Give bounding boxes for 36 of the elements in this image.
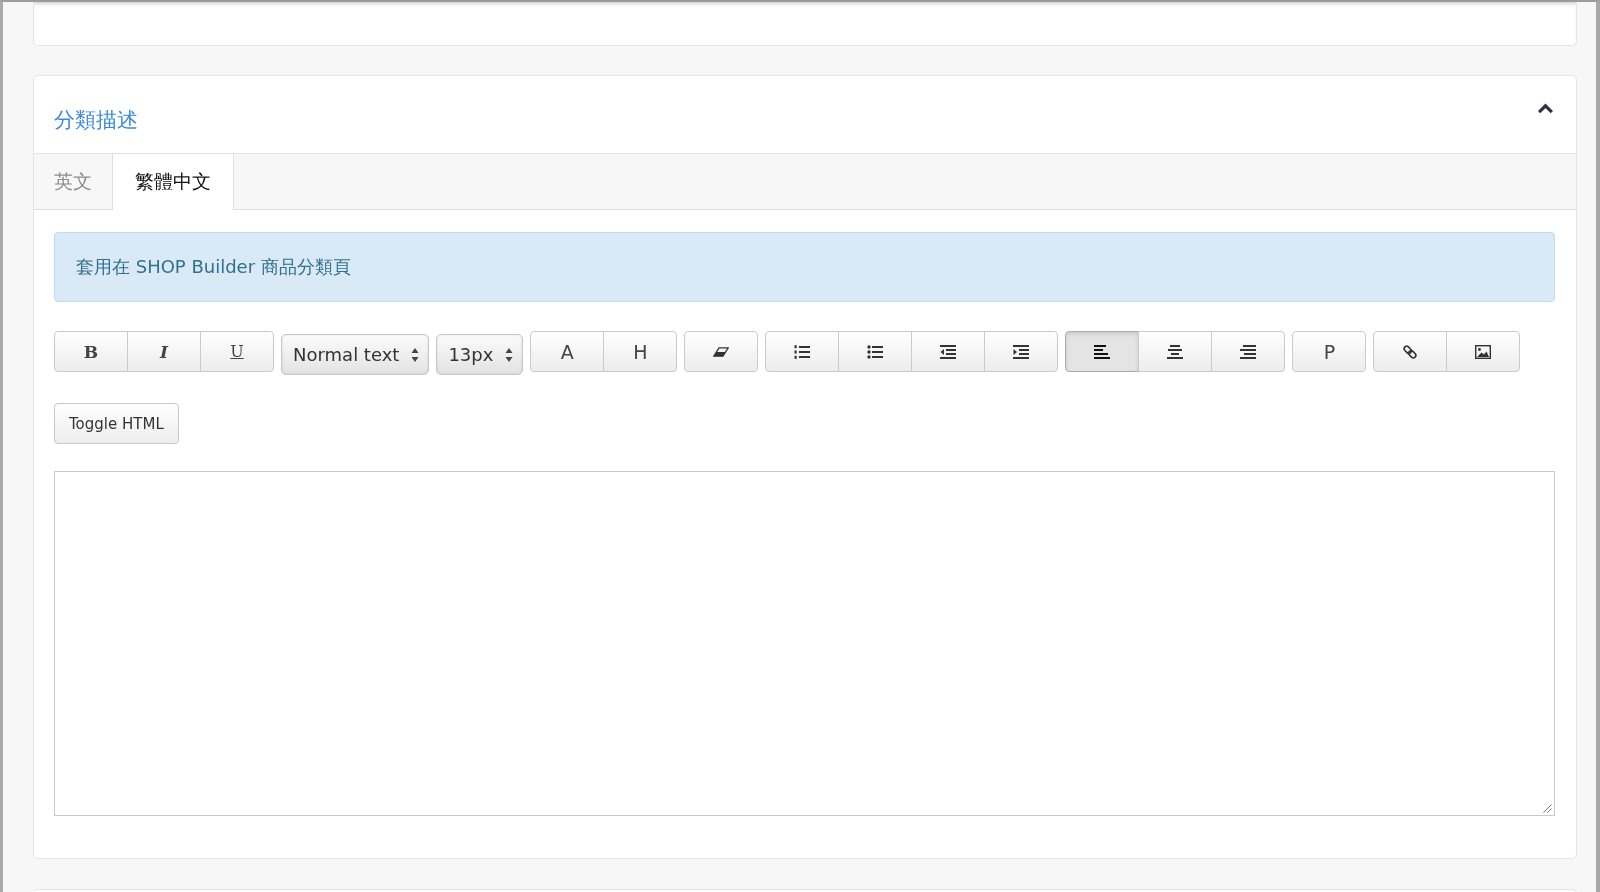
bold-button[interactable]: B xyxy=(54,331,128,372)
toolbar-button[interactable]: H xyxy=(603,331,678,372)
indent-button[interactable] xyxy=(984,331,1059,372)
image-button[interactable] xyxy=(1446,331,1521,372)
indent-icon xyxy=(1013,343,1030,360)
image-icon xyxy=(1475,343,1492,360)
toggle-html-button[interactable]: Toggle HTML xyxy=(54,403,179,444)
chevron-up-icon[interactable] xyxy=(1537,103,1554,114)
bullet-list-button[interactable] xyxy=(838,331,913,372)
align-left-icon xyxy=(1094,343,1111,360)
clear-format-button[interactable] xyxy=(684,331,759,372)
align-right-icon xyxy=(1240,343,1257,360)
outdent-button[interactable] xyxy=(911,331,986,372)
italic-button[interactable]: I xyxy=(127,331,201,372)
updown-arrows-icon xyxy=(411,346,420,363)
panel-title: 分類描述 xyxy=(54,106,138,134)
outdent-icon xyxy=(940,343,957,360)
align-right-button[interactable] xyxy=(1211,331,1286,372)
align-center-icon xyxy=(1167,343,1184,360)
link-button[interactable] xyxy=(1373,331,1448,372)
info-message: 套用在 SHOP Builder 商品分類頁 xyxy=(54,232,1555,302)
align-center-button[interactable] xyxy=(1138,331,1213,372)
tab[interactable]: 繁體中文 xyxy=(113,154,234,210)
resize-grip-icon[interactable] xyxy=(1543,804,1552,813)
chain-link-icon xyxy=(1402,343,1419,360)
bullet-list-icon xyxy=(867,343,884,360)
toolbar-button[interactable]: P xyxy=(1292,331,1367,372)
eraser-icon xyxy=(713,346,730,357)
align-left-button[interactable] xyxy=(1065,331,1140,372)
dropdown[interactable]: 13px xyxy=(436,334,524,375)
updown-arrows-icon xyxy=(505,346,514,363)
dropdown[interactable]: Normal text xyxy=(281,334,430,375)
numbered-list-button[interactable] xyxy=(765,331,840,372)
toolbar-button[interactable]: A xyxy=(530,331,605,372)
underline-button[interactable]: U xyxy=(200,331,274,372)
numbered-list-icon xyxy=(794,343,811,360)
